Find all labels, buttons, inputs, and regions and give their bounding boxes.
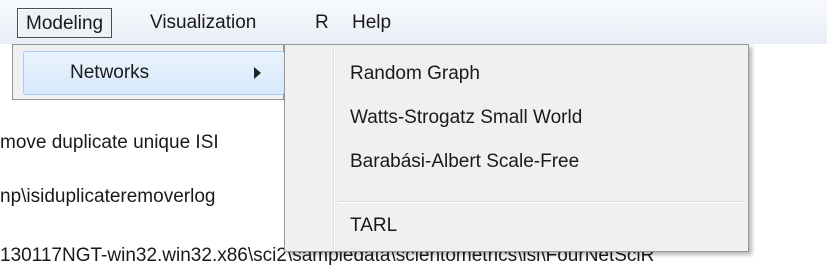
- menu-separator: [339, 201, 743, 203]
- menu-item-tarl[interactable]: TARL: [350, 215, 397, 237]
- chevron-right-icon: [254, 67, 261, 79]
- networks-dropdown: Random Graph Watts-Strogatz Small World …: [284, 44, 749, 252]
- menu-item-watts-strogatz[interactable]: Watts-Strogatz Small World: [350, 107, 582, 129]
- menu-gutter: [333, 47, 335, 249]
- menu-help[interactable]: Help: [344, 8, 399, 38]
- menu-item-barabasi-albert[interactable]: Barabási-Albert Scale-Free: [350, 151, 579, 173]
- menu-visualization[interactable]: Visualization: [142, 8, 264, 38]
- menu-modeling[interactable]: Modeling: [17, 8, 113, 38]
- menu-r[interactable]: R: [307, 8, 337, 38]
- networks-label: Networks: [70, 62, 150, 83]
- modeling-submenu: Networks: [12, 44, 285, 100]
- console-line-2: np\isiduplicateremoverlog: [0, 186, 216, 207]
- menu-bar: Modeling Visualization R Help: [0, 0, 827, 44]
- submenu-item-networks[interactable]: Networks: [23, 51, 285, 95]
- console-line-1: move duplicate unique ISI: [0, 132, 219, 153]
- menu-item-random-graph[interactable]: Random Graph: [350, 63, 480, 85]
